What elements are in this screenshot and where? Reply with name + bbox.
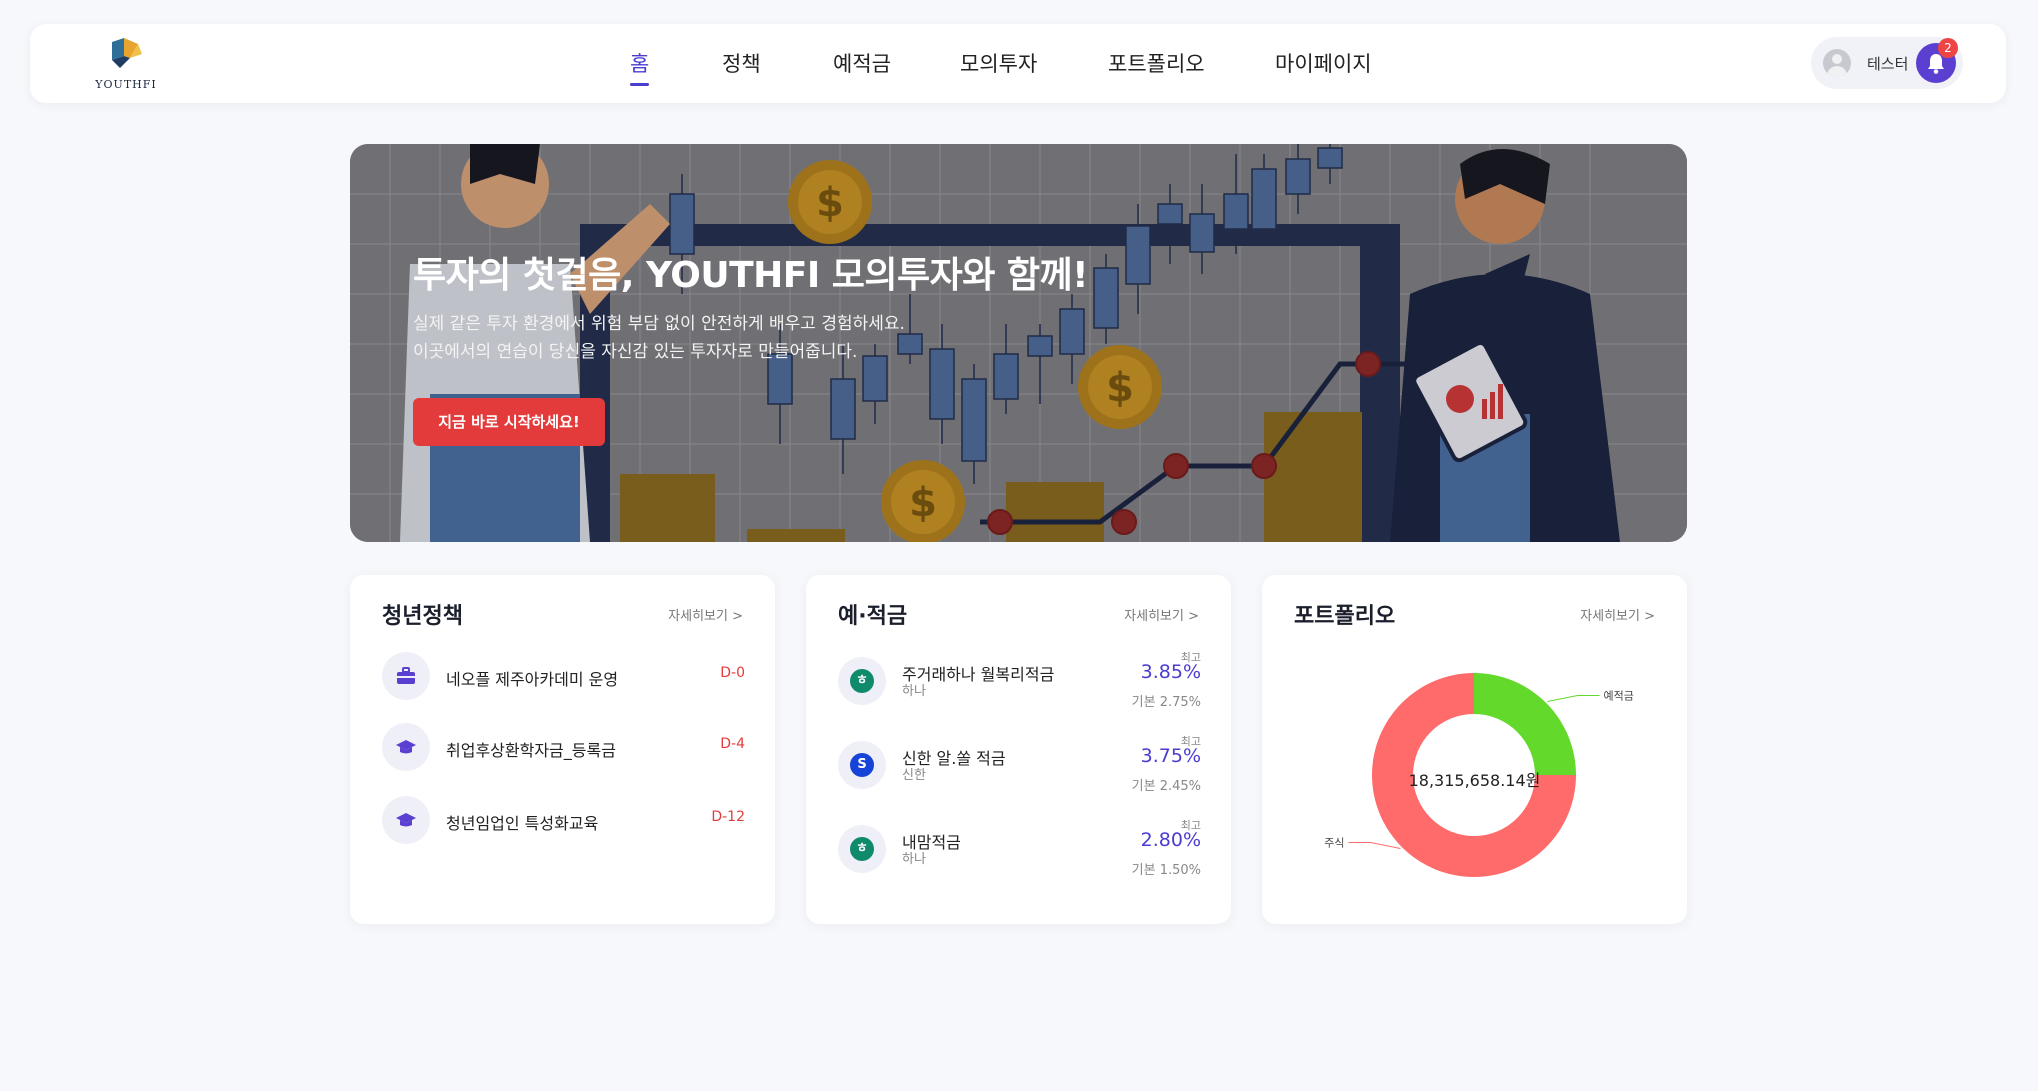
nav-item-mypage[interactable]: 마이페이지 bbox=[1275, 48, 1372, 78]
donut-slice-예적금[interactable] bbox=[1474, 673, 1576, 775]
policy-icon-wrap bbox=[382, 723, 430, 771]
nav-item-mock-invest[interactable]: 모의투자 bbox=[960, 48, 1037, 78]
base-rate: 기본 1.50% bbox=[1131, 863, 1201, 878]
savings-more-link[interactable]: 자세히보기 > bbox=[1124, 605, 1199, 624]
active-nav-underline bbox=[630, 83, 650, 86]
card-title: 청년정책 bbox=[382, 604, 463, 629]
notification-badge: 2 bbox=[1938, 38, 1958, 58]
max-rate: 3.85% bbox=[1140, 661, 1201, 683]
hana-bank-icon: ㅎ bbox=[850, 669, 874, 693]
top-navbar: YOUTHFI 홈 정책 예적금 모의투자 포트폴리오 마이페이지 테스터 2 bbox=[30, 24, 2006, 103]
user-menu[interactable]: 테스터 2 bbox=[1811, 37, 1963, 89]
policy-icon-wrap bbox=[382, 796, 430, 844]
graduation-cap-icon bbox=[396, 813, 416, 827]
nav-item-savings[interactable]: 예적금 bbox=[833, 48, 891, 78]
policy-more-link[interactable]: 자세히보기 > bbox=[668, 605, 743, 624]
max-rate: 2.80% bbox=[1140, 829, 1201, 851]
max-rate: 3.75% bbox=[1140, 745, 1201, 767]
policy-icon-wrap bbox=[382, 652, 430, 700]
shinhan-bank-icon: S bbox=[850, 753, 874, 777]
hero-subtitle: 실제 같은 투자 환경에서 위험 부담 없이 안전하게 배우고 경험하세요. 이… bbox=[413, 310, 905, 366]
policy-list-item[interactable]: 취업후상환학자금_등록금 D-4 bbox=[382, 722, 745, 772]
avatar[interactable] bbox=[1823, 49, 1851, 77]
main-nav: 홈 정책 예적금 모의투자 포트폴리오 마이페이지 bbox=[30, 24, 2006, 103]
portfolio-card: 포트폴리오 자세히보기 > 예적금 주식 18,315,658.14원 bbox=[1262, 575, 1687, 924]
policy-dday: D-12 bbox=[711, 809, 745, 825]
bank-icon-wrap: ㅎ bbox=[838, 657, 886, 705]
policy-list-item[interactable]: 네오플 제주아카데미 운영 D-0 bbox=[382, 651, 745, 701]
nav-item-home[interactable]: 홈 bbox=[630, 48, 650, 86]
savings-list-item[interactable]: S 신한 알.쏠 적금 신한 최고 3.75% 기본 2.45% bbox=[838, 733, 1201, 794]
donut-label: 예적금 bbox=[1604, 689, 1634, 702]
user-name: 테스터 bbox=[1867, 55, 1909, 73]
policy-name: 청년임업인 특성화교육 bbox=[446, 814, 599, 833]
hero-title: 투자의 첫걸음, YOUTHFI 모의투자와 함께! bbox=[413, 255, 1089, 296]
policy-dday: D-4 bbox=[720, 736, 745, 752]
start-now-button[interactable]: 지금 바로 시작하세요! bbox=[413, 398, 605, 446]
hero-subtitle-line: 실제 같은 투자 환경에서 위험 부담 없이 안전하게 배우고 경험하세요. bbox=[413, 314, 905, 334]
savings-list-item[interactable]: ㅎ 주거래하나 월복리적금 하나 최고 3.85% 기본 2.75% bbox=[838, 649, 1201, 710]
savings-bank: 하나 bbox=[902, 852, 926, 867]
nav-item-label: 홈 bbox=[630, 52, 650, 76]
hero-subtitle-line: 이곳에서의 연습이 당신을 자신감 있는 투자자로 만들어줍니다. bbox=[413, 342, 858, 362]
graduation-cap-icon bbox=[396, 740, 416, 754]
policy-card: 청년정책 자세히보기 > 네오플 제주아카데미 운영 D-0 취업후상환학자금_… bbox=[350, 575, 775, 924]
savings-card: 예·적금 자세히보기 > ㅎ 주거래하나 월복리적금 하나 최고 3.85% 기… bbox=[806, 575, 1231, 924]
hero-banner: $ $ $ 투자의 첫걸음, YOUTHFI 모의투자와 함께! 실제 같은 투… bbox=[350, 144, 1687, 542]
bank-icon-wrap: ㅎ bbox=[838, 825, 886, 873]
nav-item-portfolio[interactable]: 포트폴리오 bbox=[1108, 48, 1205, 78]
donut-label: 주식 bbox=[1324, 837, 1344, 850]
policy-name: 네오플 제주아카데미 운영 bbox=[446, 670, 619, 689]
portfolio-donut-chart: 예적금주식 bbox=[1324, 673, 1634, 877]
briefcase-icon bbox=[397, 667, 415, 684]
nav-item-policy[interactable]: 정책 bbox=[722, 48, 761, 78]
savings-list-item[interactable]: ㅎ 내맘적금 하나 최고 2.80% 기본 1.50% bbox=[838, 817, 1201, 878]
savings-bank: 신한 bbox=[902, 768, 926, 783]
base-rate: 기본 2.75% bbox=[1131, 695, 1201, 710]
policy-list-item[interactable]: 청년임업인 특성화교육 D-12 bbox=[382, 795, 745, 845]
bank-icon-wrap: S bbox=[838, 741, 886, 789]
portfolio-total: 18,315,658.14원 bbox=[1408, 771, 1541, 790]
policy-dday: D-0 bbox=[720, 665, 745, 681]
donut-leader-line bbox=[1348, 842, 1401, 850]
donut-leader-line bbox=[1547, 694, 1600, 702]
hana-bank-icon: ㅎ bbox=[850, 837, 874, 861]
card-title: 예·적금 bbox=[838, 604, 908, 629]
savings-bank: 하나 bbox=[902, 684, 926, 699]
policy-name: 취업후상환학자금_등록금 bbox=[446, 741, 616, 760]
base-rate: 기본 2.45% bbox=[1131, 779, 1201, 794]
